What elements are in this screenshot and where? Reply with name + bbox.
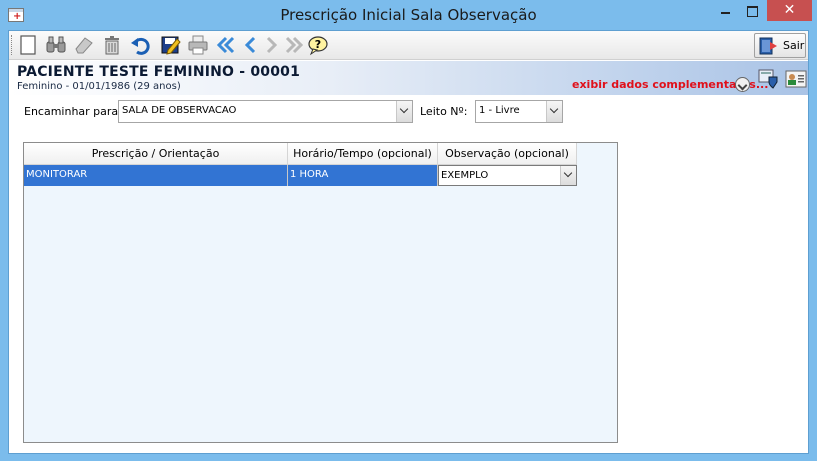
bed-number-label: Leito Nº: xyxy=(420,105,468,118)
user-shield-icon[interactable] xyxy=(757,68,779,90)
toolbar-grip[interactable] xyxy=(11,35,14,55)
grid-header: Prescrição / Orientação Horário/Tempo (o… xyxy=(24,143,577,165)
eraser-icon[interactable] xyxy=(73,34,95,56)
patient-header: PACIENTE TESTE FEMININO - 00001 Feminino… xyxy=(9,61,808,95)
forward-to-select[interactable]: SALA DE OBSERVACAO xyxy=(118,100,413,123)
last-record-icon[interactable] xyxy=(283,34,305,56)
patient-name: PACIENTE TESTE FEMININO - 00001 xyxy=(17,64,301,80)
title-bar[interactable]: + Prescrição Inicial Sala Observação ✕ xyxy=(0,0,817,30)
undo-icon[interactable] xyxy=(129,34,151,56)
chevron-down-icon[interactable] xyxy=(546,101,562,122)
toolbar: ? Sair xyxy=(9,31,808,60)
bed-number-value: 1 - Livre xyxy=(479,105,520,116)
next-record-icon[interactable] xyxy=(261,34,283,56)
svg-text:?: ? xyxy=(315,38,321,51)
cell-observation-value: EXEMPLO xyxy=(441,170,489,181)
table-row[interactable]: MONITORAR 1 HORA EXEMPLO xyxy=(24,165,577,186)
cell-prescription[interactable]: MONITORAR xyxy=(24,165,288,186)
application-window: + Prescrição Inicial Sala Observação ✕ ?… xyxy=(0,0,817,461)
maximize-button[interactable] xyxy=(739,0,765,21)
expand-down-icon[interactable] xyxy=(735,77,750,92)
edit-save-icon[interactable] xyxy=(159,34,181,56)
trash-icon[interactable] xyxy=(101,34,123,56)
binoculars-icon[interactable] xyxy=(45,34,67,56)
column-header-observation[interactable]: Observação (opcional) xyxy=(438,143,577,165)
exit-door-icon xyxy=(759,37,777,55)
cell-time[interactable]: 1 HORA xyxy=(288,165,438,186)
help-icon[interactable]: ? xyxy=(307,34,329,56)
patient-card-icon[interactable] xyxy=(785,68,807,90)
exit-button[interactable]: Sair xyxy=(754,33,806,58)
chevron-down-icon[interactable] xyxy=(560,166,576,185)
print-icon[interactable] xyxy=(187,34,209,56)
prescription-grid[interactable]: Prescrição / Orientação Horário/Tempo (o… xyxy=(23,142,618,443)
exit-button-label: Sair xyxy=(783,39,805,52)
first-record-icon[interactable] xyxy=(215,34,237,56)
close-button[interactable]: ✕ xyxy=(767,0,812,21)
client-area: ? Sair PACIENTE TESTE FEMININO - 00001 F… xyxy=(8,30,809,454)
forward-to-value: SALA DE OBSERVACAO xyxy=(122,105,237,116)
minimize-button[interactable] xyxy=(712,0,739,21)
window-title: Prescrição Inicial Sala Observação xyxy=(280,6,537,24)
bed-number-select[interactable]: 1 - Livre xyxy=(475,100,563,123)
previous-record-icon[interactable] xyxy=(239,34,261,56)
new-icon[interactable] xyxy=(17,34,39,56)
patient-info: Feminino - 01/01/1986 (29 anos) xyxy=(17,81,181,92)
forward-to-label: Encaminhar para: xyxy=(24,105,122,118)
cell-observation-select[interactable]: EXEMPLO xyxy=(438,165,577,186)
chevron-down-icon[interactable] xyxy=(396,101,412,122)
column-header-time[interactable]: Horário/Tempo (opcional) xyxy=(288,143,438,165)
column-header-prescription[interactable]: Prescrição / Orientação xyxy=(24,143,288,165)
